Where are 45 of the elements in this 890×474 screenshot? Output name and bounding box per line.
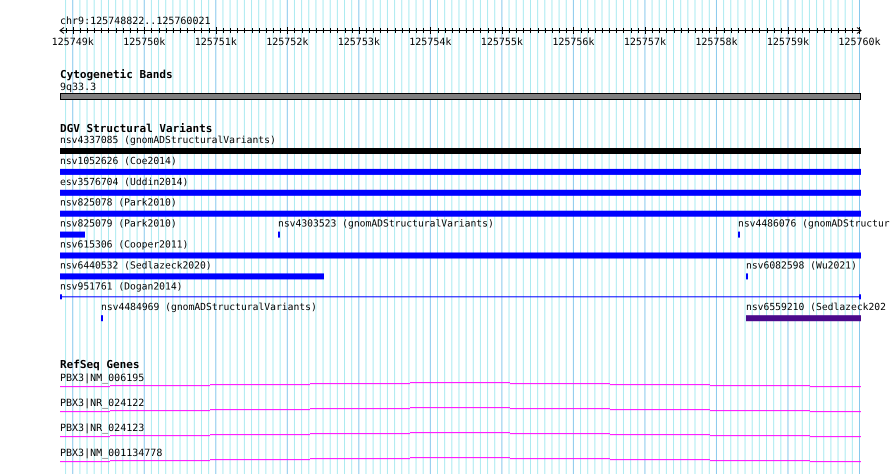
gene-label: PBX3|NM_006195 xyxy=(60,373,144,384)
feature-bar[interactable] xyxy=(60,273,324,280)
scale-label: 125759k xyxy=(766,37,810,48)
track-title: DGV Structural Variants xyxy=(60,122,212,135)
scale-label: 125752k xyxy=(266,37,308,48)
feature-label: nsv1052626 (Coe2014) xyxy=(60,156,177,167)
feature-bar[interactable] xyxy=(60,168,861,175)
scale-label: 125749k xyxy=(52,37,94,48)
feature-bar[interactable] xyxy=(746,315,861,322)
feature-label: nsv615306 (Cooper2011) xyxy=(60,240,188,250)
feature-bar[interactable] xyxy=(60,210,861,217)
feature-label: nsv825078 (Park2010) xyxy=(60,198,177,209)
scale-label: 125760k xyxy=(838,37,881,48)
scale-label: 125758k xyxy=(695,37,738,48)
feature-line[interactable] xyxy=(60,294,861,300)
feature-label: nsv4484969 (gnomADStructuralVariants) xyxy=(101,302,317,314)
scale-label: 125750k xyxy=(123,37,166,48)
band-label: 9q33.3 xyxy=(60,82,96,93)
feature-label: esv3576704 (Uddin2014) xyxy=(60,176,188,188)
scale-label: 125751k xyxy=(194,37,237,48)
track-title: Cytogenetic Bands xyxy=(60,68,173,81)
feature-bar[interactable] xyxy=(60,232,85,238)
feature-label: nsv6082598 (Wu2021) xyxy=(746,260,857,272)
scale-label: 125755k xyxy=(480,37,523,48)
scale-label: 125754k xyxy=(409,37,452,48)
scale-label: 125757k xyxy=(624,37,666,48)
feature-label: nsv6559210 (Sedlazeck202 xyxy=(746,302,886,314)
scale-label: 125756k xyxy=(552,37,594,48)
feature-label: nsv825079 (Park2010) xyxy=(60,218,177,230)
feature-label: nsv4337085 (gnomADStructuralVariants) xyxy=(60,135,276,146)
gene-line[interactable] xyxy=(60,432,862,438)
track-title: RefSeq Genes xyxy=(60,358,140,372)
scale-label: 125753k xyxy=(338,37,380,48)
feature-label: nsv4486076 (gnomADStructur xyxy=(738,218,890,230)
gene-line[interactable] xyxy=(60,407,862,412)
gene-label: PBX3|NR_024122 xyxy=(60,398,144,410)
region-title: chr9:125748822..125760021 xyxy=(60,16,211,27)
feature-bar[interactable] xyxy=(60,190,861,196)
gene-line[interactable] xyxy=(60,457,862,462)
gene-label: PBX3|NM_001134778 xyxy=(60,448,162,460)
feature-label: nsv6440532 (Sedlazeck2020) xyxy=(60,260,212,272)
gene-line[interactable] xyxy=(60,382,862,388)
feature-label: nsv951761 (Dogan2014) xyxy=(60,281,182,292)
gene-label: PBX3|NR_024123 xyxy=(60,423,144,434)
feature-label: nsv4303523 (gnomADStructuralVariants) xyxy=(278,218,494,230)
